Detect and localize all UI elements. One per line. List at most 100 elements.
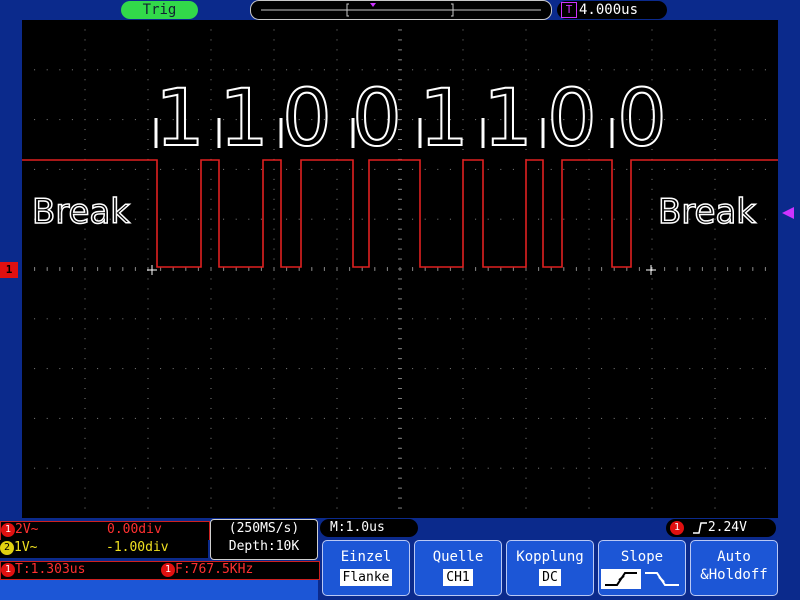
grid-dot: [525, 308, 527, 310]
grid-dot: [651, 208, 653, 210]
grid-dot: [588, 407, 590, 409]
grid-dot: [538, 119, 540, 121]
grid-dot: [260, 467, 262, 469]
trigger-source-dot-icon: 1: [670, 520, 684, 535]
grid-dot: [172, 218, 174, 220]
grid-dot: [462, 328, 464, 330]
grid-dot: [651, 407, 653, 409]
memory-position-bar[interactable]: [250, 0, 552, 20]
grid-dot: [651, 457, 653, 459]
grid-dot: [437, 318, 439, 320]
grid-dot: [273, 298, 275, 300]
grid-dot: [273, 69, 275, 71]
grid-dot: [273, 397, 275, 399]
grid-dot: [588, 278, 590, 280]
grid-dot: [84, 89, 86, 91]
grid-dot: [764, 168, 766, 170]
grid-dot: [336, 109, 338, 111]
grid-dot: [714, 477, 716, 479]
grid-dot: [689, 119, 691, 121]
menu-button-mode[interactable]: Einzel Flanke: [322, 540, 410, 596]
grid-dot: [575, 218, 577, 220]
grid-dot: [210, 89, 212, 91]
grid-dot: [109, 467, 111, 469]
grid-dot: [613, 168, 615, 170]
grid-dot: [500, 318, 502, 320]
grid-dot: [714, 89, 716, 91]
grid-dot: [651, 318, 653, 320]
grid-dot: [84, 407, 86, 409]
grid-dot: [134, 318, 136, 320]
grid-dot: [575, 318, 577, 320]
grid-dot: [147, 487, 149, 489]
memory-position-graphic: [261, 3, 541, 17]
grid-dot: [223, 467, 225, 469]
grid-dot: [727, 417, 729, 419]
grid-dot: [147, 437, 149, 439]
grid-dot: [273, 447, 275, 449]
grid-dot: [160, 467, 162, 469]
grid-dot: [613, 318, 615, 320]
trigger-level-readout[interactable]: 1 2.24V: [666, 519, 776, 537]
grid-dot: [349, 417, 351, 419]
grid-dot: [286, 69, 288, 71]
grid-dot: [323, 417, 325, 419]
grid-dot: [575, 467, 577, 469]
grid-dot: [651, 477, 653, 479]
grid-dot: [563, 218, 565, 220]
grid-dot: [336, 338, 338, 340]
grid-dot: [122, 69, 124, 71]
grid-dot: [752, 318, 754, 320]
grid-dot: [651, 447, 653, 449]
grid-dot: [210, 497, 212, 499]
grid-dot: [336, 139, 338, 141]
break-label-left: Break: [32, 192, 130, 232]
grid-dot: [638, 69, 640, 71]
grid-dot: [588, 477, 590, 479]
menu-button-holdoff[interactable]: Auto &Holdoff: [690, 540, 778, 596]
channel-2-info[interactable]: 2 1V~ -1.00div: [0, 540, 208, 558]
grid-dot: [349, 69, 351, 71]
grid-dot: [34, 368, 36, 370]
grid-dot: [260, 368, 262, 370]
grid-dot: [701, 69, 703, 71]
channel-1-info[interactable]: 1 2V~ 0.00div: [0, 521, 210, 540]
grid-dot: [588, 447, 590, 449]
grid-dot: [714, 139, 716, 141]
grid-dot: [588, 308, 590, 310]
grid-dot: [651, 388, 653, 390]
channel-1-level-marker-icon[interactable]: 1: [0, 262, 18, 278]
timebase-readout[interactable]: M:1.0us: [320, 519, 418, 537]
grid-dot: [122, 168, 124, 170]
grid-dot: [651, 29, 653, 31]
menu-button-source[interactable]: Quelle CH1: [414, 540, 502, 596]
grid-dot: [336, 69, 338, 71]
grid-dot: [651, 258, 653, 260]
grid-dot: [97, 119, 99, 121]
grid-dot: [210, 308, 212, 310]
grid-dot: [714, 59, 716, 61]
grid-dot: [525, 447, 527, 449]
grid-dot: [437, 69, 439, 71]
grid-dot: [651, 69, 653, 71]
menu-button-coupling[interactable]: Kopplung DC: [506, 540, 594, 596]
grid-dot: [235, 417, 237, 419]
grid-dot: [525, 338, 527, 340]
grid-dot: [210, 457, 212, 459]
grid-dot: [512, 368, 514, 370]
grid-dot: [172, 417, 174, 419]
grid-dot: [336, 417, 338, 419]
trigger-level-marker-icon[interactable]: [780, 206, 796, 220]
grid-dot: [298, 368, 300, 370]
grid-dot: [147, 358, 149, 360]
menu-button-slope[interactable]: Slope: [598, 540, 686, 596]
grid-dot: [588, 29, 590, 31]
grid-dot: [638, 417, 640, 419]
grid-dot: [714, 338, 716, 340]
grid-dot: [185, 69, 187, 71]
grid-dot: [160, 417, 162, 419]
grid-dot: [487, 69, 489, 71]
trigger-status-badge: Trig: [121, 1, 198, 19]
grid-dot: [386, 467, 388, 469]
grid-dot: [147, 129, 149, 131]
